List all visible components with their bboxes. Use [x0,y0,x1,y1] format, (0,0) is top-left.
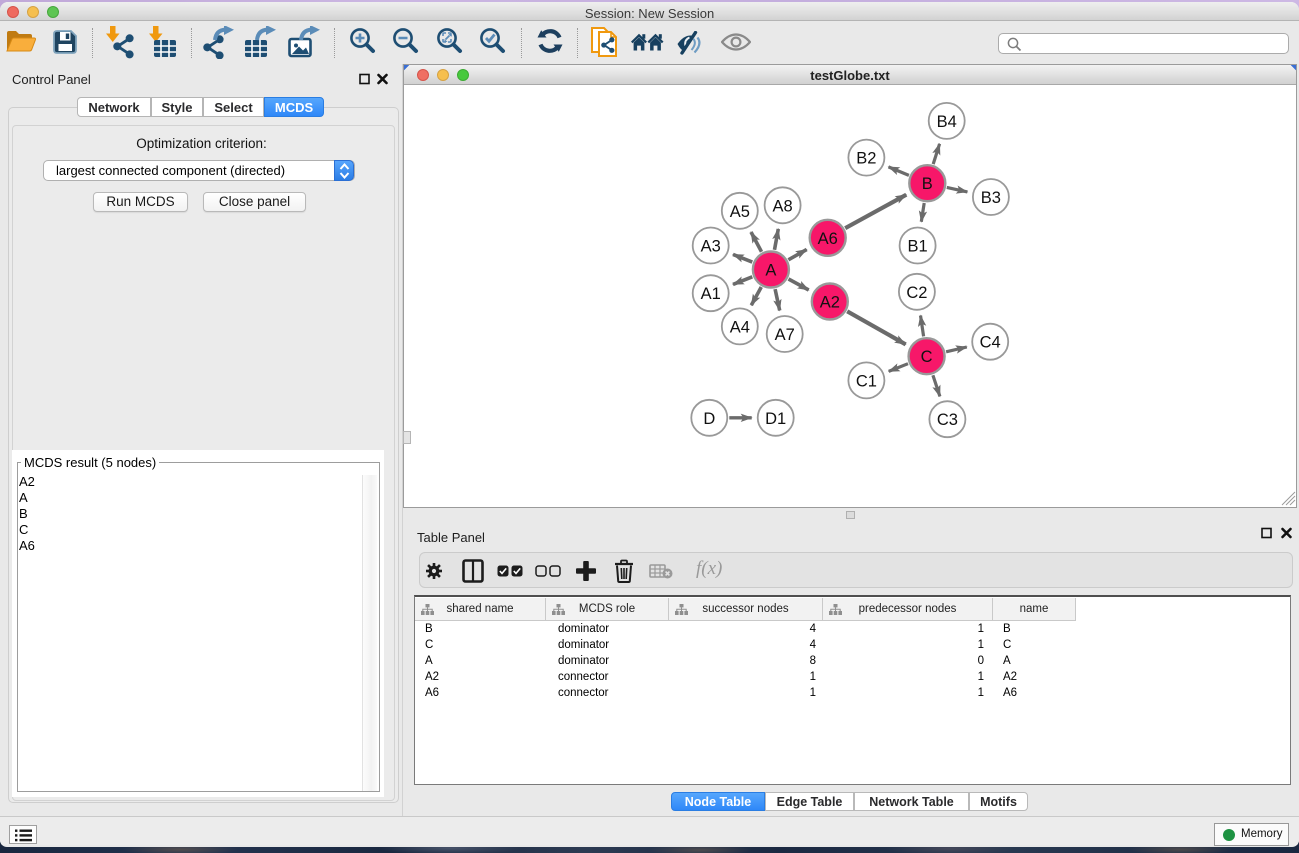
svg-text:B4: B4 [937,113,957,131]
svg-text:C1: C1 [856,372,877,390]
svg-text:A6: A6 [818,230,838,248]
svg-text:A4: A4 [730,318,750,336]
svg-text:A1: A1 [701,285,721,303]
svg-text:A5: A5 [730,203,750,221]
svg-text:B3: B3 [981,189,1001,207]
svg-text:B: B [922,175,933,193]
svg-text:B1: B1 [908,238,928,256]
svg-text:A7: A7 [775,326,795,344]
svg-text:A: A [765,262,776,280]
svg-text:C4: C4 [980,334,1001,352]
svg-text:A8: A8 [773,197,793,215]
svg-text:A3: A3 [701,238,721,256]
svg-text:D1: D1 [765,410,786,428]
svg-text:A2: A2 [820,294,840,312]
svg-text:C3: C3 [937,411,958,429]
svg-text:B2: B2 [856,150,876,168]
svg-text:C: C [921,348,933,366]
svg-text:C2: C2 [906,284,927,302]
svg-text:D: D [703,410,715,428]
